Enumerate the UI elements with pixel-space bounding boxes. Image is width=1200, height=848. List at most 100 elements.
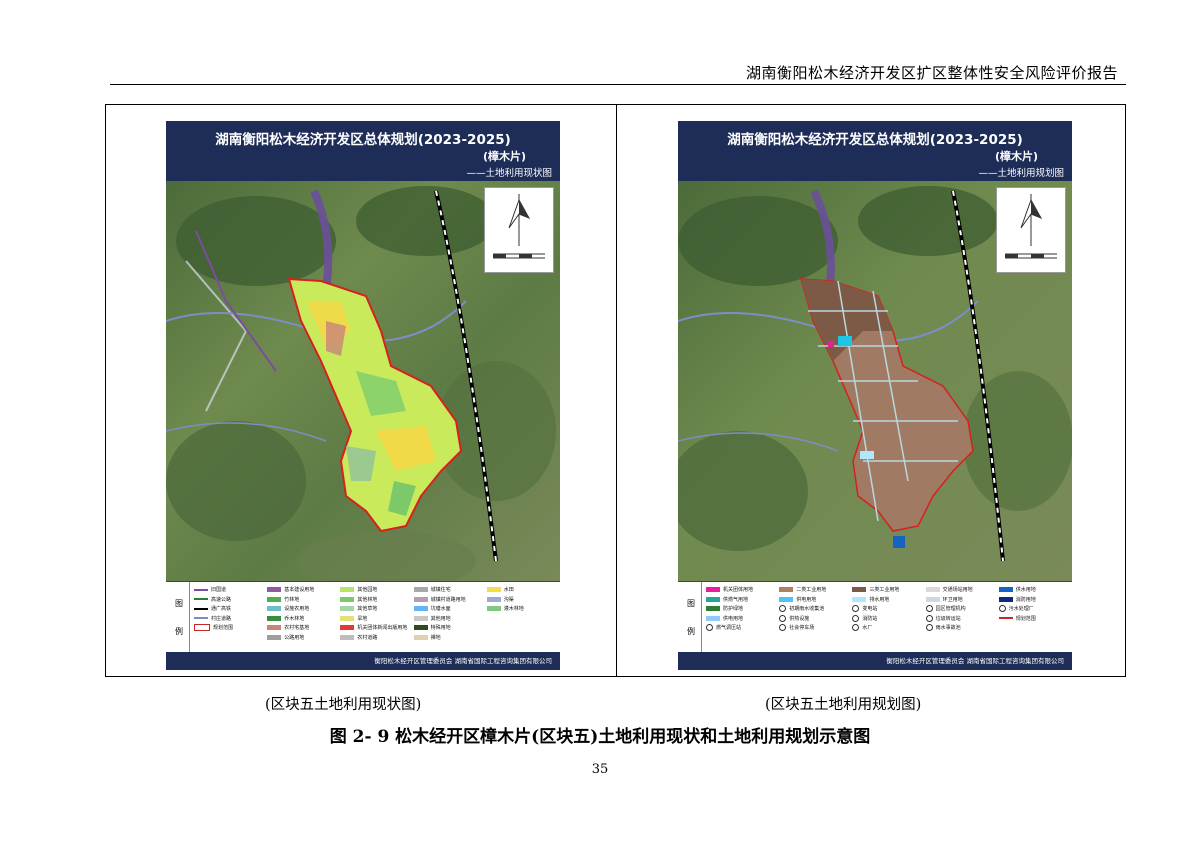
legend-item: 灌木林地 bbox=[486, 604, 556, 614]
legend-item-label: 规划范围 bbox=[1015, 615, 1036, 622]
legend-item-label: 三类工业用地 bbox=[869, 587, 900, 594]
legend-item-label: 坑塘水面 bbox=[430, 606, 451, 613]
legend-item: 燃气调压站 bbox=[706, 623, 775, 633]
legend-swatch bbox=[706, 587, 720, 593]
legend-item: 城镇村道路用地 bbox=[413, 595, 483, 605]
legend-swatch bbox=[340, 596, 355, 602]
legend-item bbox=[487, 633, 556, 643]
legend-heading: 图 例 bbox=[169, 582, 190, 653]
page-number: 35 bbox=[591, 762, 609, 777]
legend-symbol-icon bbox=[925, 605, 933, 613]
legend-swatch bbox=[267, 615, 282, 621]
legend-item: 城镇住宅 bbox=[413, 585, 483, 595]
legend-item-label: 设施农用地 bbox=[284, 606, 310, 613]
legend-item: 三类工业用地 bbox=[852, 585, 921, 595]
map-subtitle: ——土地利用规划图 bbox=[978, 168, 1064, 179]
legend-item: 供燃气用地 bbox=[706, 595, 775, 605]
legend-item-label: 村庄道路 bbox=[211, 615, 232, 622]
legend-item: 消防站 bbox=[852, 614, 921, 624]
legend-item: 其他园地 bbox=[340, 585, 409, 595]
legend-item: 村庄道路 bbox=[194, 614, 263, 624]
legend-item: 高速公路 bbox=[194, 595, 263, 605]
legend-swatch bbox=[340, 625, 355, 631]
legend-swatch bbox=[486, 606, 501, 612]
legend-item-label: 二类工业用地 bbox=[796, 587, 827, 594]
legend-swatch bbox=[925, 596, 940, 602]
land-use-status-map: 湖南衡阳松木经济开发区总体规划(2023-2025) (樟木片) ——土地利用现… bbox=[166, 121, 560, 670]
legend-swatch bbox=[340, 606, 355, 612]
legend-item-label: 环卫用地 bbox=[942, 596, 963, 603]
legend-item-label: 变电站 bbox=[862, 606, 878, 613]
legend-item-label: 机关团体新闻出版用地 bbox=[357, 625, 408, 632]
legend-item-label: 乔木林地 bbox=[284, 615, 305, 622]
legend-item-label: 农村宅基地 bbox=[284, 625, 310, 632]
legend-symbol-icon bbox=[925, 614, 933, 622]
legend-swatch bbox=[340, 615, 355, 621]
legend-swatch bbox=[340, 634, 355, 640]
legend-swatch bbox=[925, 587, 940, 593]
legend-item-label: 其他草地 bbox=[357, 606, 378, 613]
legend-swatch bbox=[267, 606, 282, 612]
legend-swatch bbox=[267, 587, 282, 593]
legend-item-label: 其他林地 bbox=[357, 596, 378, 603]
legend-item: 供水用地 bbox=[998, 585, 1068, 595]
map-credit: 衡阳松木经开区管理委员会 湖南省国际工程咨询集团有限公司 bbox=[678, 652, 1072, 670]
map-title-bar: 湖南衡阳松木经济开发区总体规划(2023-2025) (樟木片) ——土地利用规… bbox=[678, 121, 1072, 181]
legend-item bbox=[999, 623, 1068, 633]
legend-item: 裸地 bbox=[413, 633, 483, 643]
legend-swatch bbox=[413, 587, 428, 593]
legend-item-label: 规划范围 bbox=[213, 625, 234, 632]
legend-item-label: 燃气调压站 bbox=[716, 625, 742, 632]
map-credit: 衡阳松木经开区管理委员会 湖南省国际工程咨询集团有限公司 bbox=[166, 652, 560, 670]
legend-item: 竹林地 bbox=[267, 595, 336, 605]
legend-item-label: 沟渠 bbox=[503, 596, 514, 603]
legend-item: 基本建设用地 bbox=[267, 585, 336, 595]
map-area-label: (樟木片) bbox=[482, 150, 526, 163]
legend-swatch bbox=[267, 634, 282, 640]
legend-line-icon bbox=[194, 598, 208, 601]
legend-swatch bbox=[998, 587, 1013, 593]
legend-swatch bbox=[852, 587, 867, 593]
right-map-caption: (区块五土地利用规划图) bbox=[765, 697, 922, 713]
legend-swatch bbox=[486, 596, 501, 602]
legend-item-label: 基本建设用地 bbox=[284, 587, 315, 594]
legend-item-label: 公路用地 bbox=[284, 634, 305, 641]
legend-item-label: 供电用地 bbox=[723, 615, 744, 622]
legend-grid: 机关团体用地 二类工业用地 三类工业用地 交通场站用地 供水用地 供燃气用地 供电用地 排水用… bbox=[706, 585, 1068, 651]
figure-title: 图 2- 9 松木经开区樟木片(区块五)土地利用现状和土地利用规划示意图 bbox=[329, 727, 871, 747]
legend-item: 坑塘水面 bbox=[413, 604, 483, 614]
legend-item: 二类工业用地 bbox=[779, 585, 848, 595]
legend-swatch bbox=[779, 596, 794, 602]
north-arrow-icon bbox=[493, 194, 545, 259]
legend-swatch bbox=[340, 587, 355, 593]
legend-item: 机关团体新闻出版用地 bbox=[340, 623, 409, 633]
legend-heading: 图 例 bbox=[681, 582, 702, 653]
legend-item-label: 交通场站用地 bbox=[942, 587, 973, 594]
legend-symbol-icon bbox=[706, 624, 713, 632]
legend-item-label: 社会停车场 bbox=[789, 625, 815, 632]
legend-swatch bbox=[413, 615, 428, 621]
legend-swatch bbox=[706, 615, 720, 621]
legend-swatch bbox=[413, 606, 428, 612]
legend-item: 旱地 bbox=[340, 614, 409, 624]
legend-item-label: 供电用地 bbox=[796, 596, 817, 603]
legend-swatch bbox=[486, 587, 501, 593]
legend-symbol-icon bbox=[852, 605, 860, 613]
legend-item: 其他用地 bbox=[413, 614, 483, 624]
legend-item-label: 消防用地 bbox=[1015, 596, 1036, 603]
legend-item-label: 污水处理厂 bbox=[1008, 606, 1034, 613]
legend-item: 污水处理厂 bbox=[998, 604, 1068, 614]
map-title: 湖南衡阳松木经济开发区总体规划(2023-2025) bbox=[727, 132, 1023, 148]
legend-item: 乔木林地 bbox=[267, 614, 336, 624]
map-area-label: (樟木片) bbox=[994, 150, 1038, 163]
legend-symbol-icon bbox=[852, 624, 860, 632]
legend-item: 供热设施 bbox=[779, 614, 848, 624]
legend-item-label: 雨水事故池 bbox=[935, 625, 961, 632]
legend-symbol-icon bbox=[925, 624, 933, 632]
north-arrow-icon bbox=[1005, 194, 1057, 259]
legend-item bbox=[487, 614, 556, 624]
legend-item: 变电站 bbox=[852, 604, 921, 614]
legend-symbol-icon bbox=[779, 614, 787, 622]
legend-item-label: 水厂 bbox=[862, 625, 873, 632]
legend-swatch bbox=[706, 596, 720, 602]
